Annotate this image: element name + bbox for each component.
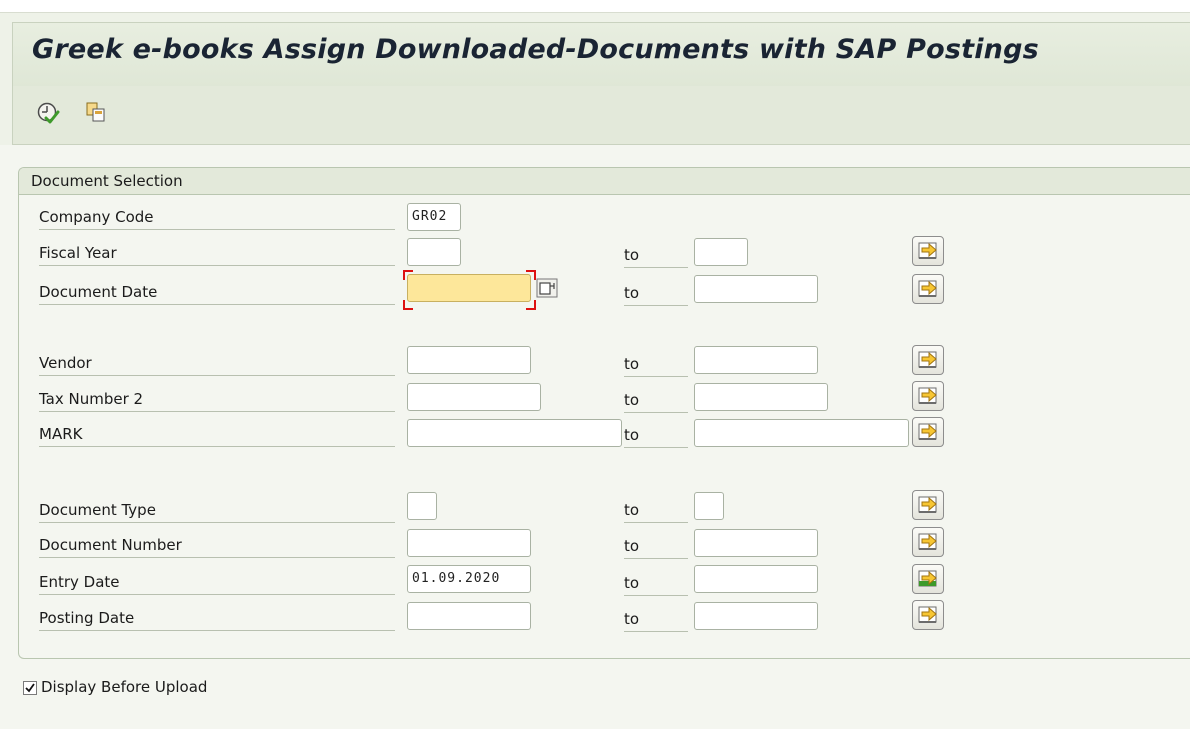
multiple-selection-button[interactable]	[912, 381, 944, 411]
display-before-upload-checkbox[interactable]	[23, 681, 37, 695]
label-posting-date: Posting Date	[39, 606, 395, 631]
label-company-code: Company Code	[39, 205, 395, 230]
to-label: to	[624, 243, 688, 268]
multiple-selection-button[interactable]	[912, 417, 944, 447]
window-top-strip	[0, 0, 1190, 13]
to-label: to	[624, 498, 688, 523]
page-title: Greek e-books Assign Downloaded-Document…	[32, 34, 1039, 65]
entry-date-to-field[interactable]	[694, 565, 818, 593]
application-toolbar	[12, 86, 1190, 145]
label-fiscal-year: Fiscal Year	[39, 241, 395, 266]
multiple-selection-button[interactable]	[912, 600, 944, 630]
tax-number-2-to-field[interactable]	[694, 383, 828, 411]
label-entry-date: Entry Date	[39, 570, 395, 595]
to-label: to	[624, 352, 688, 377]
group-header	[19, 168, 1190, 195]
company-code-field[interactable]: GR02	[407, 203, 461, 231]
document-date-to-field[interactable]	[694, 275, 818, 303]
label-document-type: Document Type	[39, 498, 395, 523]
label-mark: MARK	[39, 422, 395, 447]
fiscal-year-to-field[interactable]	[694, 238, 748, 266]
multiple-selection-button[interactable]	[912, 274, 944, 304]
multiple-selection-active-button[interactable]	[912, 564, 944, 594]
mark-from-field[interactable]	[407, 419, 622, 447]
entry-date-from-field[interactable]: 01.09.2020	[407, 565, 531, 593]
fiscal-year-from-field[interactable]	[407, 238, 461, 266]
vendor-to-field[interactable]	[694, 346, 818, 374]
document-number-from-field[interactable]	[407, 529, 531, 557]
tax-number-2-from-field[interactable]	[407, 383, 541, 411]
to-label: to	[624, 388, 688, 413]
document-type-to-field[interactable]	[694, 492, 724, 520]
multiple-selection-button[interactable]	[912, 345, 944, 375]
focus-corner	[403, 270, 413, 280]
posting-date-from-field[interactable]	[407, 602, 531, 630]
vendor-from-field[interactable]	[407, 346, 531, 374]
execute-icon[interactable]	[36, 101, 60, 125]
posting-date-to-field[interactable]	[694, 602, 818, 630]
label-vendor: Vendor	[39, 351, 395, 376]
group-title: Document Selection	[31, 172, 183, 190]
document-date-from-field[interactable]	[407, 274, 531, 302]
multiple-selection-button[interactable]	[912, 236, 944, 266]
label-tax-number-2: Tax Number 2	[39, 387, 395, 412]
focus-corner	[403, 300, 413, 310]
label-document-date: Document Date	[39, 280, 395, 305]
focus-corner	[526, 270, 536, 280]
label-document-number: Document Number	[39, 533, 395, 558]
focus-corner	[526, 300, 536, 310]
multiple-selection-button[interactable]	[912, 490, 944, 520]
document-type-from-field[interactable]	[407, 492, 437, 520]
to-label: to	[624, 281, 688, 306]
calendar-help-icon[interactable]	[536, 278, 560, 300]
mark-to-field[interactable]	[694, 419, 909, 447]
to-label: to	[624, 571, 688, 596]
multiple-selection-button[interactable]	[912, 527, 944, 557]
display-before-upload-label: Display Before Upload	[41, 678, 208, 696]
to-label: to	[624, 607, 688, 632]
to-label: to	[624, 423, 688, 448]
to-label: to	[624, 534, 688, 559]
copy-icon[interactable]	[84, 101, 108, 125]
document-number-to-field[interactable]	[694, 529, 818, 557]
